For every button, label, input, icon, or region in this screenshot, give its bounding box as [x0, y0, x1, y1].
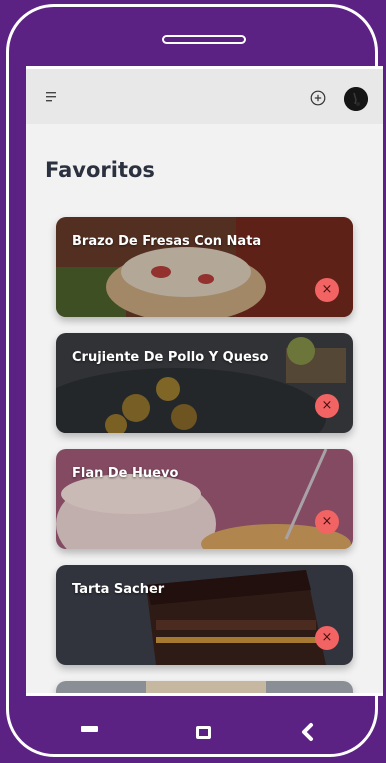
remove-favorite-button[interactable]: ×: [315, 510, 339, 534]
home-icon[interactable]: [196, 726, 211, 739]
avatar-image: [344, 87, 368, 111]
favorite-card-title: Tarta Sacher: [72, 582, 165, 597]
remove-favorite-button[interactable]: ×: [315, 278, 339, 302]
favorite-card-title: Crujiente De Pollo Y Queso: [72, 350, 269, 365]
card-image: [56, 565, 353, 665]
menu-icon[interactable]: [46, 92, 60, 102]
phone-frame: Favoritos Brazo De Fresas Con Nata × Cru…: [0, 0, 386, 763]
recent-apps-icon[interactable]: [81, 726, 98, 732]
card-image: [56, 217, 353, 317]
app-bar: [26, 69, 383, 124]
remove-favorite-button[interactable]: ×: [315, 626, 339, 650]
back-icon[interactable]: [300, 722, 316, 742]
favorite-card[interactable]: Tarta Sacher ×: [56, 565, 353, 665]
favorite-card[interactable]: Flan De Huevo ×: [56, 449, 353, 549]
card-image: [56, 449, 353, 549]
remove-favorite-button[interactable]: ×: [315, 394, 339, 418]
avatar[interactable]: [344, 87, 368, 111]
system-nav-bar: [0, 700, 386, 763]
card-image: [56, 681, 353, 693]
add-circle-icon[interactable]: [310, 90, 326, 106]
app-screen: Favoritos Brazo De Fresas Con Nata × Cru…: [26, 66, 383, 696]
favorite-card[interactable]: Brazo De Fresas Con Nata ×: [56, 217, 353, 317]
favorite-card[interactable]: Crujiente De Pollo Y Queso ×: [56, 333, 353, 433]
favorite-card-title: Flan De Huevo: [72, 466, 179, 481]
favorite-card[interactable]: [56, 681, 353, 693]
page-title: Favoritos: [45, 158, 155, 182]
card-image: [56, 333, 353, 433]
favorite-card-title: Brazo De Fresas Con Nata: [72, 234, 262, 249]
phone-speaker: [162, 35, 246, 44]
